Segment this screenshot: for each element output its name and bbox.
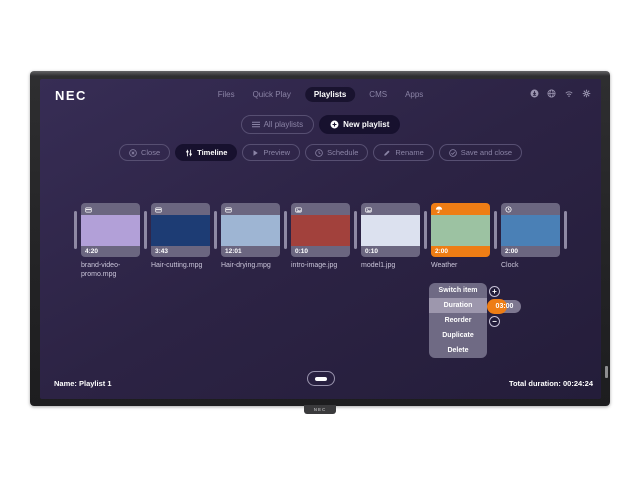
rename-label: Rename	[395, 148, 423, 157]
close-icon	[129, 149, 137, 157]
editor-toolbar: Close Timeline Preview Schedule Rename S…	[40, 144, 601, 161]
close-button[interactable]: Close	[119, 144, 170, 161]
drag-handle[interactable]	[354, 211, 357, 249]
power-sensor-notch	[605, 366, 608, 378]
monitor-bezel: NEC Files Quick Play Playlists CMS Apps …	[30, 71, 610, 406]
menu-item-reorder[interactable]: Reorder	[429, 313, 487, 328]
timeline-item-weather-selected[interactable]: 2:00 Weather	[431, 203, 490, 270]
item-context-menu: Switch item Duration Reorder Duplicate D…	[429, 283, 487, 358]
drag-handle[interactable]	[214, 211, 217, 249]
duration-badge: 0:10	[295, 248, 308, 255]
settings-icon[interactable]	[582, 89, 591, 98]
timeline-item-brand-video[interactable]: 4:20 brand-video-promo.mpg	[81, 203, 140, 280]
clock-icon	[315, 149, 323, 157]
check-circle-icon	[449, 149, 457, 157]
top-navigation: Files Quick Play Playlists CMS Apps	[214, 87, 428, 102]
timeline-item-hair-cutting[interactable]: 3:43 Hair-cutting.mpg	[151, 203, 210, 270]
hamburger-icon	[252, 121, 260, 128]
new-playlist-button[interactable]: New playlist	[319, 115, 400, 134]
menu-item-duplicate[interactable]: Duplicate	[429, 328, 487, 343]
menu-item-switch-item[interactable]: Switch item	[429, 283, 487, 298]
item-label: model1.jpg	[361, 261, 420, 270]
timeline-button[interactable]: Timeline	[175, 144, 237, 161]
duration-badge: 4:20	[85, 248, 98, 255]
duration-badge: 3:43	[155, 248, 168, 255]
drag-handle[interactable]	[564, 211, 567, 249]
minimize-bar-icon	[315, 377, 327, 381]
timeline-item-intro-image[interactable]: 0:10 intro-image.jpg	[291, 203, 350, 270]
duration-badge: 2:00	[435, 248, 448, 255]
close-label: Close	[141, 148, 160, 157]
item-label: Weather	[431, 261, 490, 270]
duration-badge: 2:00	[505, 248, 518, 255]
status-icon-bar	[530, 89, 591, 98]
thumbnail	[361, 215, 420, 246]
playlist-action-row: All playlists New playlist	[40, 115, 601, 134]
collapse-toolbar-button[interactable]	[307, 371, 335, 386]
schedule-button[interactable]: Schedule	[305, 144, 368, 161]
item-label: Hair-drying.mpg	[221, 261, 280, 270]
pencil-icon	[383, 149, 391, 157]
preview-label: Preview	[263, 148, 290, 157]
timeline-sliders-icon	[185, 149, 193, 157]
schedule-label: Schedule	[327, 148, 358, 157]
menu-item-delete[interactable]: Delete	[429, 343, 487, 358]
thumbnail	[151, 215, 210, 246]
duration-value-pill[interactable]: 03:00	[488, 300, 521, 313]
drag-handle[interactable]	[284, 211, 287, 249]
duration-decrease-button[interactable]: −	[489, 316, 500, 327]
duration-value: 03:00	[488, 300, 521, 313]
total-duration-label: Total duration: 00:24:24	[509, 379, 593, 388]
item-label: Clock	[501, 261, 560, 270]
play-icon	[252, 149, 259, 157]
nav-tab-quick-play[interactable]: Quick Play	[249, 87, 295, 102]
rename-button[interactable]: Rename	[373, 144, 433, 161]
globe-icon[interactable]	[547, 89, 556, 98]
item-label: Hair-cutting.mpg	[151, 261, 210, 270]
item-label: brand-video-promo.mpg	[81, 261, 140, 280]
bezel-nec-badge: NEC	[304, 405, 336, 414]
duration-increase-button[interactable]: +	[489, 286, 500, 297]
playlist-name-label: Name: Playlist 1	[54, 379, 112, 388]
new-playlist-label: New playlist	[343, 120, 389, 129]
thumbnail	[221, 215, 280, 246]
plus-circle-icon	[330, 120, 339, 129]
thumbnail	[291, 215, 350, 246]
menu-item-duration[interactable]: Duration	[429, 298, 487, 313]
save-and-close-label: Save and close	[461, 148, 512, 157]
drag-handle[interactable]	[494, 211, 497, 249]
nav-tab-cms[interactable]: CMS	[365, 87, 391, 102]
save-and-close-button[interactable]: Save and close	[439, 144, 522, 161]
timeline-label: Timeline	[197, 148, 227, 157]
thumbnail	[81, 215, 140, 246]
thumbnail	[431, 215, 490, 246]
nav-tab-playlists[interactable]: Playlists	[305, 87, 355, 102]
drag-handle[interactable]	[424, 211, 427, 249]
preview-button[interactable]: Preview	[242, 144, 300, 161]
timeline-item-clock[interactable]: 2:00 Clock	[501, 203, 560, 270]
thumbnail	[501, 215, 560, 246]
all-playlists-label: All playlists	[264, 120, 304, 129]
nav-tab-apps[interactable]: Apps	[401, 87, 427, 102]
item-label: intro-image.jpg	[291, 261, 350, 270]
duration-badge: 0:10	[365, 248, 378, 255]
playlist-timeline: 4:20 brand-video-promo.mpg 3:43 Hair-cut…	[40, 203, 601, 280]
drag-handle[interactable]	[144, 211, 147, 249]
nav-tab-files[interactable]: Files	[214, 87, 239, 102]
nec-logo: NEC	[55, 88, 87, 103]
timeline-item-model1[interactable]: 0:10 model1.jpg	[361, 203, 420, 270]
display-screen: NEC Files Quick Play Playlists CMS Apps …	[40, 79, 601, 399]
all-playlists-button[interactable]: All playlists	[241, 115, 315, 134]
drag-handle[interactable]	[74, 211, 77, 249]
wifi-icon[interactable]	[564, 89, 574, 98]
duration-badge: 12:01	[225, 248, 242, 255]
download-icon[interactable]	[530, 89, 539, 98]
timeline-item-hair-drying[interactable]: 12:01 Hair-drying.mpg	[221, 203, 280, 270]
